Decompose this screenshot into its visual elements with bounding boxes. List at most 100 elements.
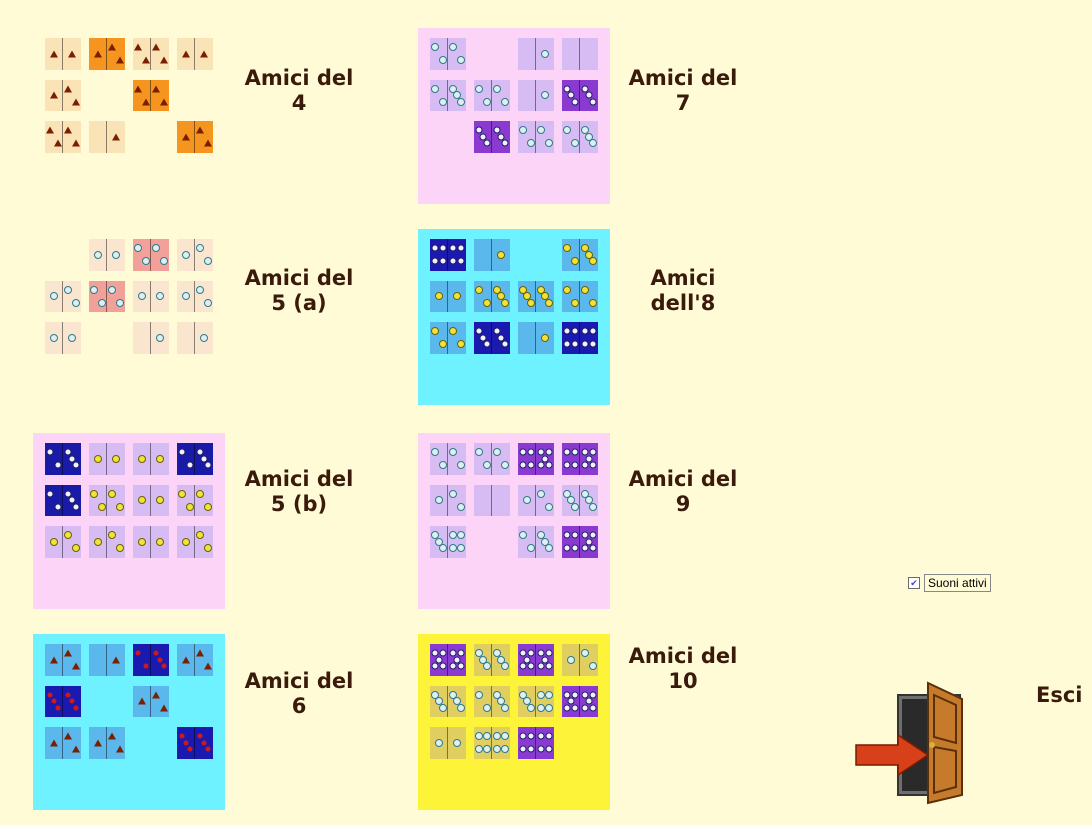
pip — [537, 126, 546, 135]
domino-tile — [562, 38, 598, 70]
pip — [435, 292, 443, 301]
pip — [115, 745, 124, 753]
pip — [112, 656, 120, 664]
domino-tile — [518, 443, 554, 475]
domino-tile — [45, 38, 81, 70]
domino-tile — [562, 484, 598, 516]
pip — [90, 285, 99, 294]
pip — [570, 139, 579, 148]
sound-checkbox[interactable]: ✔ — [908, 577, 920, 589]
pip — [545, 732, 553, 740]
pip — [457, 244, 465, 252]
pip — [64, 531, 73, 540]
pip — [159, 56, 168, 64]
game-10-label[interactable]: Amici del 10 — [620, 644, 746, 694]
pip — [456, 56, 465, 65]
game-6-label[interactable]: Amici del 6 — [236, 669, 362, 719]
domino-tile — [518, 280, 554, 312]
game-9-label[interactable]: Amici del 9 — [620, 467, 746, 517]
pip — [138, 454, 146, 463]
pip — [156, 333, 164, 342]
pip — [589, 461, 597, 469]
pip — [203, 139, 212, 147]
pip — [72, 461, 80, 469]
pip — [183, 740, 189, 746]
pip — [438, 56, 447, 65]
domino-tile — [430, 644, 466, 676]
pip — [115, 544, 124, 553]
game-5a-preview[interactable] — [33, 229, 225, 405]
domino-tile — [177, 443, 213, 475]
game-5a-label[interactable]: Amici del 5 (a) — [236, 266, 362, 316]
pip — [453, 738, 461, 747]
game-7-label[interactable]: Amici del 7 — [620, 66, 746, 116]
pip — [97, 298, 106, 307]
pip — [50, 50, 58, 58]
pip — [545, 461, 553, 469]
domino-tile — [133, 79, 169, 111]
pip — [519, 461, 527, 469]
pip — [519, 745, 527, 753]
game-6-preview[interactable] — [33, 634, 225, 810]
domino-tile — [518, 484, 554, 516]
pip — [537, 662, 545, 670]
game-4-preview[interactable] — [33, 28, 225, 204]
pip — [456, 531, 465, 540]
exit-label[interactable]: Esci — [1036, 683, 1083, 707]
domino-tile — [562, 644, 598, 676]
pip — [571, 98, 579, 106]
game-9-preview[interactable] — [418, 433, 610, 609]
pip — [94, 739, 102, 747]
pip — [493, 84, 502, 93]
pip — [108, 531, 117, 540]
pip — [527, 745, 535, 753]
sound-toggle[interactable]: ✔ Suoni attivi — [908, 573, 991, 593]
domino-tile — [45, 526, 81, 558]
pip — [589, 98, 597, 106]
pip — [203, 257, 212, 266]
domino-tile — [89, 727, 125, 759]
game-7-preview[interactable] — [418, 28, 610, 204]
pip — [541, 333, 549, 342]
pip — [115, 298, 124, 307]
pip — [54, 461, 62, 469]
game-8-label[interactable]: Amici dell'8 — [620, 266, 746, 316]
pip — [537, 489, 546, 498]
pip — [527, 732, 535, 740]
pip — [72, 503, 80, 511]
pip — [187, 746, 193, 752]
pip — [537, 732, 545, 740]
label-line: Amici del — [244, 66, 354, 90]
domino-tile — [474, 644, 510, 676]
pip — [482, 732, 491, 741]
pip — [563, 461, 571, 469]
game-4-label[interactable]: Amici del 4 — [236, 66, 362, 116]
pip — [571, 327, 579, 335]
pip — [112, 454, 120, 463]
domino-tile — [133, 322, 169, 354]
pip — [456, 461, 465, 470]
game-10-preview[interactable] — [418, 634, 610, 810]
pip — [196, 244, 205, 253]
pip — [64, 732, 73, 740]
domino-tile — [518, 526, 554, 558]
domino-tile — [133, 443, 169, 475]
domino-tile — [89, 484, 125, 516]
game-5b-label[interactable]: Amici del 5 (b) — [236, 467, 362, 517]
domino-tile — [562, 443, 598, 475]
label-line: Amici del — [244, 467, 354, 491]
pip — [134, 43, 143, 51]
game-8-preview[interactable] — [418, 229, 610, 405]
pip — [456, 340, 465, 349]
exit-button[interactable] — [850, 665, 990, 805]
pip — [186, 461, 194, 469]
pip — [179, 733, 185, 739]
domino-tile — [562, 526, 598, 558]
label-line: 7 — [675, 91, 691, 115]
game-5b-preview[interactable] — [33, 433, 225, 609]
pip — [71, 544, 80, 553]
pip — [157, 657, 163, 663]
pip — [54, 503, 62, 511]
pip — [134, 85, 143, 93]
pip — [203, 298, 212, 307]
